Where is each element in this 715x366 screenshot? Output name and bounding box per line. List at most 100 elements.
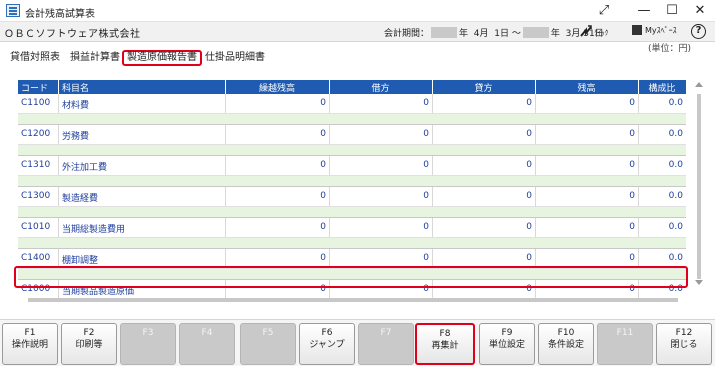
row-balance: 0 xyxy=(629,253,635,263)
app-icon xyxy=(6,4,20,17)
period-start-year-blank xyxy=(431,27,458,38)
fkey-label: 閉じる xyxy=(670,340,698,350)
row-balance: 0 xyxy=(629,98,635,108)
tab-wip-statement[interactable]: 仕掛品明細書 xyxy=(205,50,265,66)
row-ratio: 0.0 xyxy=(668,129,683,139)
row-credit: 0 xyxy=(526,222,532,232)
row-ratio: 0.0 xyxy=(668,222,683,232)
row-code: C1010 xyxy=(21,222,51,232)
fkey-code: F7 xyxy=(380,328,392,338)
row-debit: 0 xyxy=(423,222,429,232)
fkey-code: F10 xyxy=(557,328,575,338)
f9-button[interactable]: F9 単位設定 xyxy=(479,323,535,365)
quick-button[interactable]: ｸｲｯｸ xyxy=(580,25,608,38)
fkey-label: 印刷等 xyxy=(75,340,103,350)
window-title: 会計残高試算表 xyxy=(25,9,95,20)
row-credit: 0 xyxy=(526,98,532,108)
row-debit: 0 xyxy=(423,98,429,108)
table-row[interactable]: C1310 外注加工費 0 0 0 0 0.0 xyxy=(18,156,686,187)
accounting-period: 会計期間：年 4月 1日 ～年 3月 31日 xyxy=(384,26,604,39)
row-credit: 0 xyxy=(526,129,532,139)
row-credit: 0 xyxy=(526,191,532,201)
row-band xyxy=(18,144,686,155)
row-carry: 0 xyxy=(320,191,326,201)
f12-button[interactable]: F12 閉じる xyxy=(656,323,712,365)
row-balance: 0 xyxy=(629,160,635,170)
period-end-year-suffix: 年 xyxy=(550,29,560,39)
tab-income-statement[interactable]: 損益計算書 xyxy=(70,50,120,66)
expand-icon[interactable]: ⤢ xyxy=(584,0,624,22)
row-balance: 0 xyxy=(629,191,635,201)
help-icon[interactable]: ? xyxy=(691,24,706,39)
fkey-code: F5 xyxy=(262,328,274,338)
row-ratio: 0.0 xyxy=(668,98,683,108)
row-account-name: 労務費 xyxy=(62,132,90,142)
row-carry: 0 xyxy=(320,222,326,232)
row-account-name: 当期総製造費用 xyxy=(62,225,126,235)
fkey-label: 再集計 xyxy=(431,341,459,351)
row-credit: 0 xyxy=(526,253,532,263)
row-ratio: 0.0 xyxy=(668,191,683,201)
myspace-button[interactable]: Myｽﾍﾟｰｽ xyxy=(632,25,677,36)
f6-button[interactable]: F6 ジャンプ xyxy=(299,323,355,365)
table-row[interactable]: C1200 労務費 0 0 0 0 0.0 xyxy=(18,125,686,156)
scroll-down-icon[interactable] xyxy=(695,280,703,285)
period-start-month: 4月 xyxy=(473,29,489,39)
row-code: C1300 xyxy=(21,191,51,201)
row-debit: 0 xyxy=(423,160,429,170)
title-bar: 会計残高試算表 ⤢ — ☐ ✕ xyxy=(0,0,715,22)
period-end-year-blank xyxy=(522,27,549,38)
horizontal-scrollbar[interactable] xyxy=(18,296,686,304)
f11-button: F11 xyxy=(597,323,653,365)
fkey-code: F11 xyxy=(616,328,634,338)
f2-button[interactable]: F2 印刷等 xyxy=(61,323,117,365)
f10-button[interactable]: F10 条件設定 xyxy=(538,323,594,365)
row-balance: 0 xyxy=(629,129,635,139)
f8-recalculate-button[interactable]: F8 再集計 xyxy=(415,323,475,365)
period-start-day: 1日 xyxy=(494,29,509,39)
row-carry: 0 xyxy=(320,253,326,263)
tab-balance-sheet[interactable]: 貸借対照表 xyxy=(10,50,60,66)
row-band xyxy=(18,175,686,186)
row-carry: 0 xyxy=(320,98,326,108)
col-header-credit: 貸方 xyxy=(474,84,493,94)
table-row[interactable]: C1300 製造経費 0 0 0 0 0.0 xyxy=(18,187,686,218)
row-account-name: 棚卸調整 xyxy=(62,256,99,266)
row-band xyxy=(18,113,686,124)
row-debit: 0 xyxy=(423,129,429,139)
close-button[interactable]: ✕ xyxy=(680,0,715,22)
row-code: C1400 xyxy=(21,253,51,263)
f3-button: F3 xyxy=(120,323,176,365)
row-account-name: 材料費 xyxy=(62,101,90,111)
tab-manufacturing-cost-report[interactable]: 製造原価報告書 xyxy=(122,50,202,66)
info-bar: ＯＢＣソフトウェア株式会社 会計期間：年 4月 1日 ～年 3月 31日 ｸｲｯ… xyxy=(0,22,715,42)
row-ratio: 0.0 xyxy=(668,160,683,170)
company-name: ＯＢＣソフトウェア株式会社 xyxy=(4,29,141,40)
f1-button[interactable]: F1 操作説明 xyxy=(2,323,58,365)
f4-button: F4 xyxy=(179,323,235,365)
scroll-thumb[interactable] xyxy=(697,94,701,279)
function-key-bar: F1 操作説明 F2 印刷等 F3 F4 F5 F6 ジャンプ F7 F8 再集計 F9… xyxy=(0,319,715,366)
fkey-label: 単位設定 xyxy=(488,340,525,350)
col-header-ratio: 構成比 xyxy=(648,84,676,94)
fkey-code: F12 xyxy=(675,328,693,338)
fkey-code: F6 xyxy=(321,328,333,338)
col-header-carry: 繰越残高 xyxy=(258,84,295,94)
unit-hint: (単位：円) xyxy=(648,44,692,54)
row-credit: 0 xyxy=(526,160,532,170)
row-code: C1100 xyxy=(21,98,51,108)
row-debit: 0 xyxy=(423,253,429,263)
row-band xyxy=(18,206,686,217)
hscroll-thumb[interactable] xyxy=(28,298,678,302)
table-row[interactable]: C1100 材料費 0 0 0 0 0.0 xyxy=(18,94,686,125)
scroll-up-icon[interactable] xyxy=(695,82,703,87)
vertical-scrollbar[interactable] xyxy=(692,80,706,292)
fkey-code: F1 xyxy=(24,328,36,338)
row-balance: 0 xyxy=(629,222,635,232)
f7-button: F7 xyxy=(358,323,414,365)
col-header-account: 科目名 xyxy=(62,84,90,94)
table-row[interactable]: C1010 当期総製造費用 0 0 0 0 0.0 xyxy=(18,218,686,249)
row-debit: 0 xyxy=(423,191,429,201)
highlighted-row-outline xyxy=(14,266,688,288)
col-header-debit: 借方 xyxy=(371,84,390,94)
